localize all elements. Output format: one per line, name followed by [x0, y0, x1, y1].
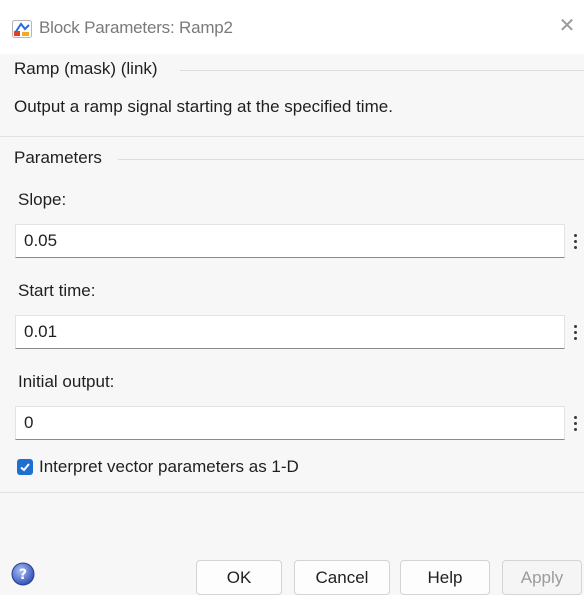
slope-input[interactable]: [15, 224, 565, 258]
start-time-input[interactable]: [15, 315, 565, 349]
ok-button[interactable]: OK: [196, 560, 282, 595]
svg-text:?: ?: [19, 567, 27, 583]
apply-button[interactable]: Apply: [502, 560, 582, 595]
slope-label: Slope:: [18, 190, 67, 209]
interpret-vector-checkbox[interactable]: [17, 459, 33, 475]
title-bar: Block Parameters: Ramp2 ✕: [0, 0, 584, 54]
simulink-block-icon: [12, 20, 32, 38]
start-time-more-options-icon[interactable]: [569, 318, 581, 346]
parameters-divider: [118, 159, 584, 160]
block-description: Output a ramp signal starting at the spe…: [14, 97, 393, 116]
close-icon[interactable]: ✕: [556, 14, 578, 38]
slope-more-options-icon[interactable]: [569, 227, 581, 255]
section-separator: [0, 136, 584, 137]
interpret-vector-row: Interpret vector parameters as 1-D: [17, 457, 299, 477]
cancel-button[interactable]: Cancel: [294, 560, 390, 595]
group-divider: [180, 70, 584, 71]
block-group-label: Ramp (mask) (link): [14, 59, 166, 79]
initial-output-input[interactable]: [15, 406, 565, 440]
start-time-label: Start time:: [18, 281, 96, 300]
checkmark-icon: [20, 463, 30, 472]
block-parameters-dialog: Block Parameters: Ramp2 ✕ Ramp (mask) (l…: [0, 0, 584, 595]
help-question-icon[interactable]: ?: [11, 562, 35, 586]
parameters-group-label: Parameters: [14, 148, 110, 168]
help-button[interactable]: Help: [400, 560, 490, 595]
window-title: Block Parameters: Ramp2: [39, 18, 233, 37]
interpret-vector-label: Interpret vector parameters as 1-D: [39, 457, 299, 476]
initial-output-label: Initial output:: [18, 372, 115, 391]
initial-output-more-options-icon[interactable]: [569, 409, 581, 437]
footer-separator: [0, 492, 584, 493]
